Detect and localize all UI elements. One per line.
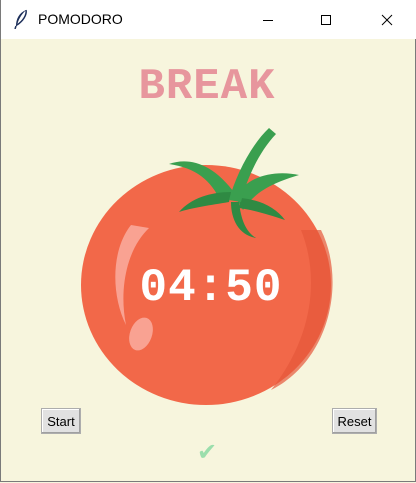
close-button[interactable]: [358, 0, 416, 39]
title-bar[interactable]: POMODORO: [1, 0, 416, 39]
feather-icon: [14, 9, 27, 29]
minimize-icon: [263, 19, 273, 21]
maximize-button[interactable]: [297, 0, 355, 39]
close-icon: [381, 14, 393, 25]
maximize-icon: [321, 14, 331, 25]
completed-sessions-checkmarks: ✔: [196, 438, 218, 466]
reset-button[interactable]: Reset: [332, 408, 377, 434]
window-title: POMODORO: [38, 11, 123, 27]
app-window: POMODORO BREAK 04:50 Start Reset ✔: [0, 0, 416, 482]
minimize-button[interactable]: [239, 0, 297, 39]
mode-heading: BREAK: [138, 62, 276, 112]
countdown-timer: 04:50: [139, 262, 283, 314]
start-button[interactable]: Start: [41, 408, 81, 434]
